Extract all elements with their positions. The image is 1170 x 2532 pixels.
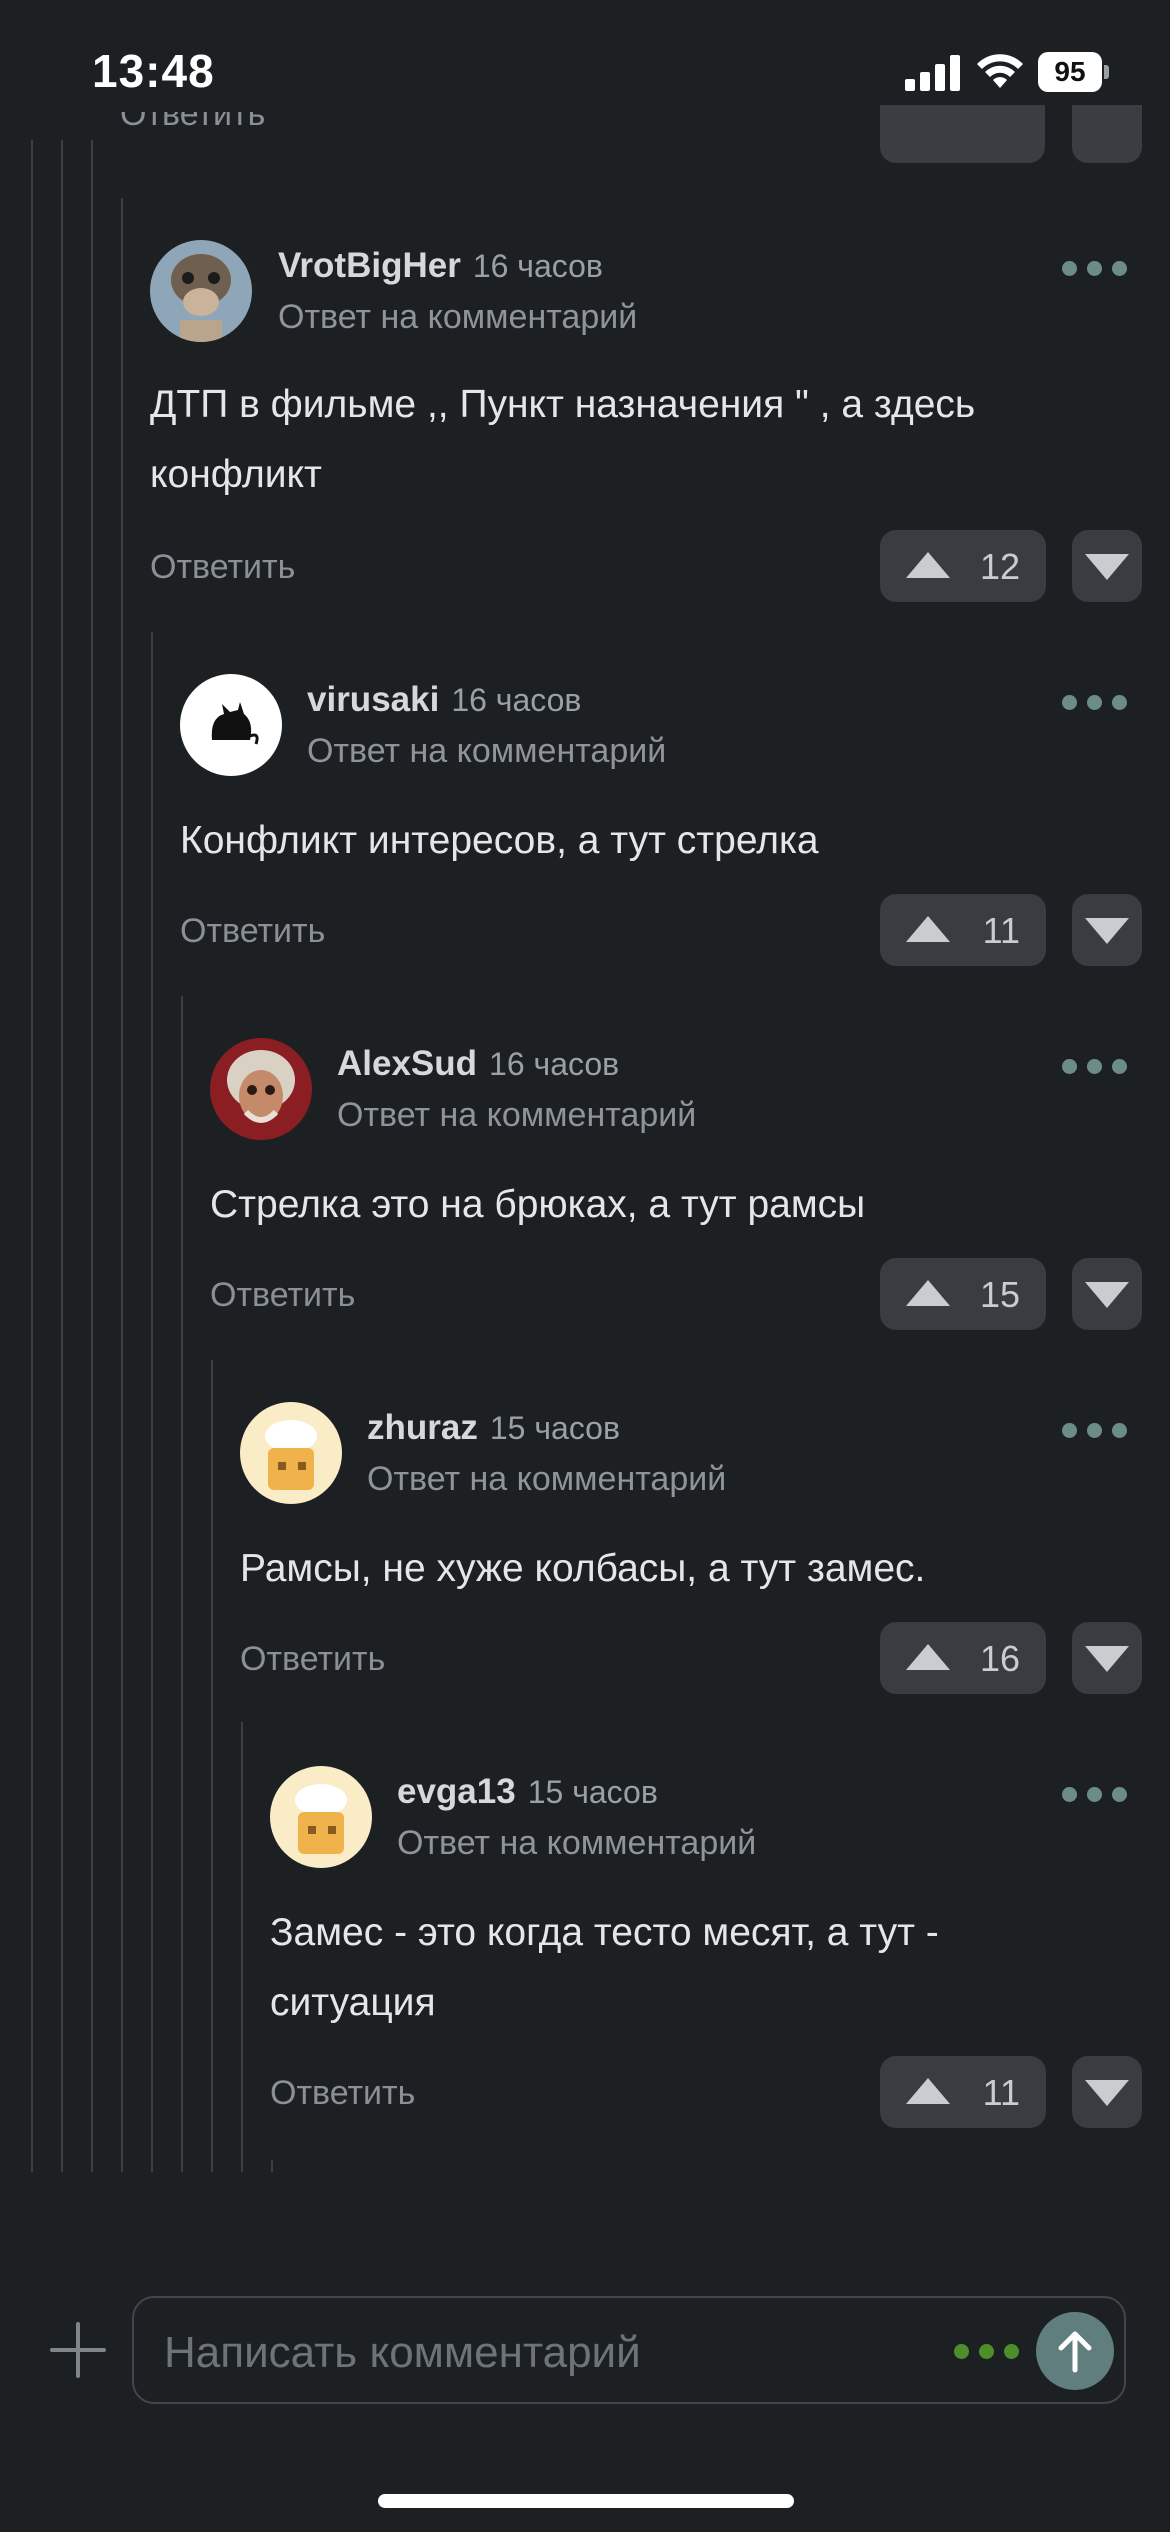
- comment-time: 16 часов: [489, 1046, 620, 1082]
- send-button[interactable]: [1036, 2312, 1114, 2390]
- comment-time: 15 часов: [527, 1774, 658, 1810]
- comment-text: Стрелка это на брюках, а тут рамсы: [210, 1170, 865, 1240]
- thread-line: [61, 140, 63, 2172]
- arrow-up-icon: [906, 1280, 950, 1306]
- downvote-button[interactable]: [1072, 1622, 1142, 1694]
- comment-text: Замес - это когда тесто месят, а тут - с…: [270, 1898, 939, 2038]
- vote-count: 12: [979, 546, 1020, 587]
- arrow-up-icon: [906, 2078, 950, 2104]
- wifi-icon: [977, 54, 1023, 88]
- arrow-up-icon: [906, 916, 950, 942]
- upvote-button[interactable]: 11: [880, 894, 1046, 966]
- comment-input[interactable]: [162, 2324, 946, 2382]
- vote-pill[interactable]: [880, 105, 1045, 163]
- cat-avatar-image: [180, 674, 282, 776]
- reply-button[interactable]: Ответить: [240, 1640, 385, 1679]
- thread-line: [181, 996, 183, 2172]
- thread-line: [31, 140, 33, 2172]
- comment-line: Замес - это когда тесто месят, а тут -: [270, 1911, 939, 1954]
- upvote-button[interactable]: 11: [880, 2056, 1046, 2128]
- comment-text: ДТП в фильме ,, Пункт назначения " , а з…: [150, 370, 975, 510]
- comment-line: ситуация: [270, 1981, 436, 2024]
- comment-line: Рамсы, не хуже колбасы, а тут замес.: [240, 1547, 926, 1590]
- upvote-button[interactable]: 15: [880, 1258, 1046, 1330]
- downvote-button[interactable]: [1072, 2056, 1142, 2128]
- arrow-down-icon: [1085, 2080, 1129, 2106]
- arrow-down-icon: [1085, 554, 1129, 580]
- comment-line: Конфликт интересов, а тут стрелка: [180, 819, 819, 862]
- comment-line: конфликт: [150, 453, 322, 496]
- vote-count: 15: [979, 1274, 1020, 1315]
- status-time: 13:48: [92, 45, 215, 97]
- comment-line: ДТП в фильме ,, Пункт назначения " , а з…: [150, 383, 976, 426]
- reply-to-label[interactable]: Ответ на комментарий: [397, 1824, 756, 1863]
- thread-line: [211, 1360, 213, 2172]
- comment-time: 15 часов: [489, 1410, 620, 1446]
- battery-level: 95: [1038, 52, 1102, 92]
- thread-line: [121, 198, 123, 2172]
- arrow-up-icon: [1058, 2331, 1092, 2373]
- avatar[interactable]: [240, 1402, 342, 1504]
- man-avatar-image: [210, 1038, 312, 1140]
- ostrich-avatar-image: [150, 240, 252, 342]
- comment-text: Конфликт интересов, а тут стрелка: [180, 806, 819, 876]
- comment-time: 16 часов: [451, 682, 582, 718]
- more-icon[interactable]: [1062, 692, 1128, 712]
- add-attachment-icon[interactable]: [50, 2322, 106, 2378]
- arrow-down-icon: [1085, 1282, 1129, 1308]
- more-icon[interactable]: [1062, 1420, 1128, 1440]
- reply-button[interactable]: Ответить: [150, 548, 295, 587]
- comment-author[interactable]: zhuraz: [367, 1408, 478, 1447]
- avatar[interactable]: [270, 1766, 372, 1868]
- more-icon[interactable]: [1062, 1784, 1128, 1804]
- more-icon[interactable]: [1062, 258, 1128, 278]
- avatar[interactable]: [210, 1038, 312, 1140]
- comment-composer: [132, 2296, 1126, 2404]
- reply-to-label[interactable]: Ответ на комментарий: [367, 1460, 726, 1499]
- thread-line: [241, 1722, 243, 2172]
- reply-button[interactable]: Ответить: [120, 112, 265, 138]
- downvote-button[interactable]: [1072, 894, 1142, 966]
- comment-author[interactable]: virusaki: [307, 680, 439, 719]
- comment-text: Рамсы, не хуже колбасы, а тут замес.: [240, 1534, 925, 1604]
- upvote-button[interactable]: 12: [880, 530, 1046, 602]
- comment-time: 16 часов: [472, 248, 603, 284]
- reply-button[interactable]: Ответить: [270, 2074, 415, 2113]
- home-indicator[interactable]: [378, 2494, 794, 2508]
- arrow-down-icon: [1085, 918, 1129, 944]
- vote-count: 11: [982, 2072, 1020, 2113]
- comment-author[interactable]: VrotBigHer: [278, 246, 461, 285]
- battery-icon: 95: [1038, 52, 1110, 92]
- comment-line: Стрелка это на брюках, а тут рамсы: [210, 1183, 866, 1226]
- comment-author[interactable]: AlexSud: [337, 1044, 477, 1083]
- more-icon[interactable]: [1062, 1056, 1128, 1076]
- reply-button[interactable]: Ответить: [180, 912, 325, 951]
- avatar[interactable]: [150, 240, 252, 342]
- downvote-button[interactable]: [1072, 105, 1142, 163]
- reply-to-label[interactable]: Ответ на комментарий: [278, 298, 637, 337]
- comment-author[interactable]: evga13: [397, 1772, 516, 1811]
- vote-count: 11: [982, 910, 1020, 951]
- reply-to-label[interactable]: Ответ на комментарий: [337, 1096, 696, 1135]
- more-options-icon[interactable]: [954, 2344, 1020, 2360]
- downvote-button[interactable]: [1072, 530, 1142, 602]
- thread-line: [151, 632, 153, 2172]
- chef-avatar-image: [240, 1402, 342, 1504]
- arrow-down-icon: [1085, 1646, 1129, 1672]
- avatar[interactable]: [180, 674, 282, 776]
- arrow-up-icon: [906, 1644, 950, 1670]
- thread-line: [271, 2160, 273, 2172]
- signal-icon: [905, 55, 961, 91]
- downvote-button[interactable]: [1072, 1258, 1142, 1330]
- reply-to-label[interactable]: Ответ на комментарий: [307, 732, 666, 771]
- arrow-up-icon: [906, 552, 950, 578]
- vote-count: 16: [979, 1638, 1020, 1679]
- thread-line: [91, 140, 93, 2172]
- chef-avatar-image: [270, 1766, 372, 1868]
- upvote-button[interactable]: 16: [880, 1622, 1046, 1694]
- reply-button[interactable]: Ответить: [210, 1276, 355, 1315]
